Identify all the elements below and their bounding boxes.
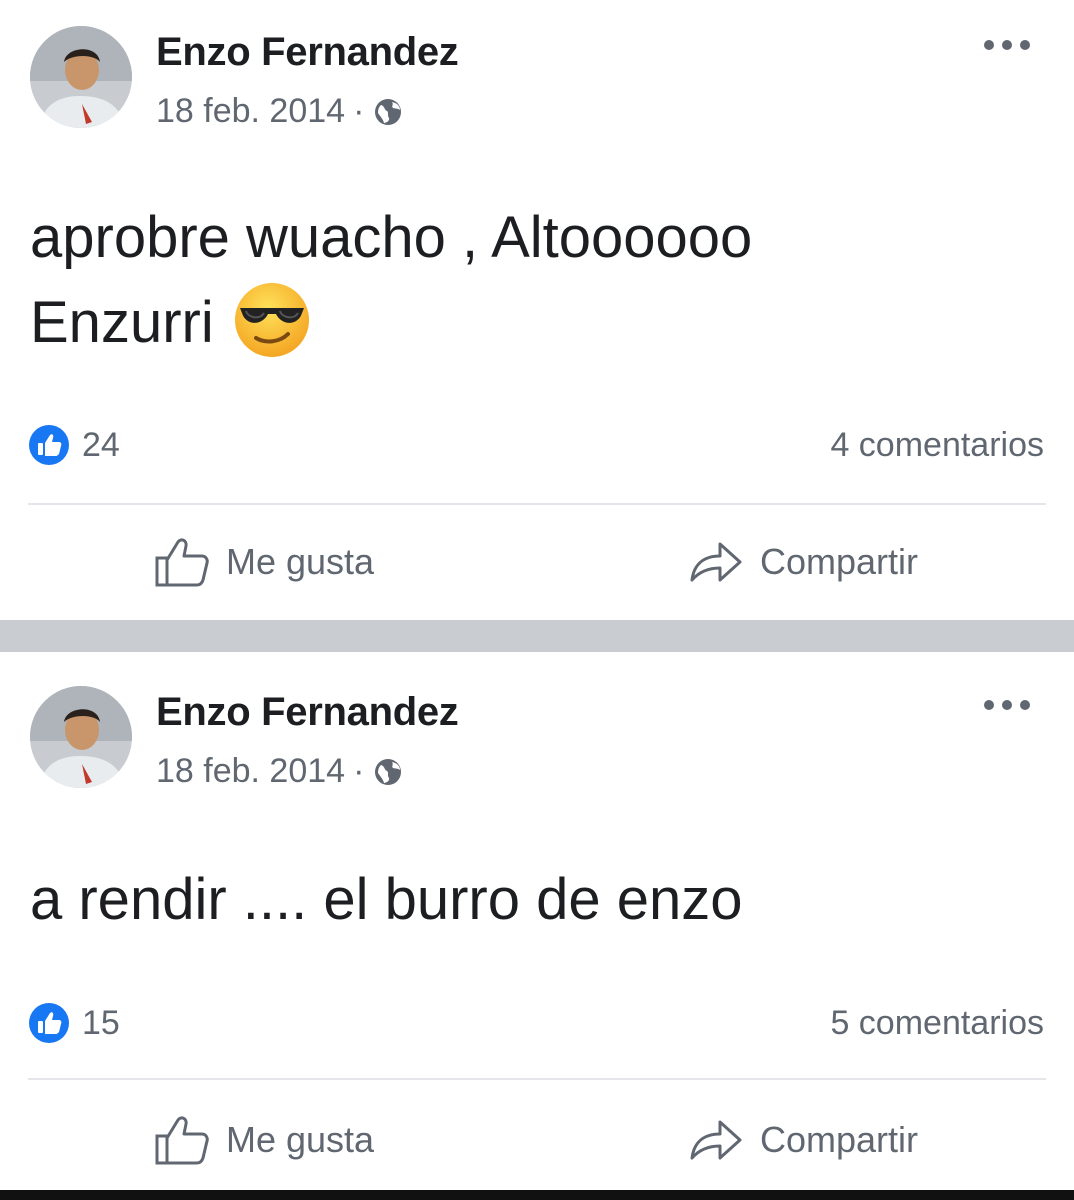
share-arrow-icon [690, 542, 742, 582]
divider [28, 503, 1046, 505]
avatar-photo [30, 686, 132, 788]
like-button-label: Me gusta [226, 541, 375, 582]
like-count: 15 [82, 1003, 120, 1042]
dot-icon [1002, 40, 1012, 50]
divider [28, 1078, 1046, 1080]
post-meta: 18 feb. 2014 · [156, 92, 404, 131]
meta-separator: · [353, 752, 365, 790]
post-card: Enzo Fernandez 18 feb. 2014 · a rendir .… [0, 652, 1074, 1190]
share-button[interactable]: Compartir [688, 536, 918, 588]
bottom-edge [0, 1190, 1074, 1200]
reactions-summary[interactable]: 24 [28, 424, 120, 466]
thumbs-up-icon [155, 538, 209, 587]
meta-separator: · [353, 92, 365, 130]
post-date[interactable]: 18 feb. 2014 [156, 92, 345, 131]
more-options-button[interactable] [984, 38, 1030, 52]
post-card: Enzo Fernandez 18 feb. 2014 · aprobre wu… [0, 0, 1074, 620]
share-button[interactable]: Compartir [688, 1114, 918, 1166]
post-text-line-2: Enzurri [30, 280, 1040, 365]
feed-separator [0, 620, 1074, 652]
comments-count-link[interactable]: 5 comentarios [830, 1004, 1044, 1043]
comments-count-link[interactable]: 4 comentarios [830, 426, 1044, 465]
like-reaction-icon [29, 425, 69, 465]
post-text-line: aprobre wuacho , Altoooooo [30, 205, 753, 270]
share-arrow-icon [690, 1120, 742, 1160]
like-reaction-icon [29, 1003, 69, 1043]
author-name[interactable]: Enzo Fernandez [156, 690, 459, 735]
dot-icon [1020, 700, 1030, 710]
post-text-word: Enzurri [30, 290, 214, 355]
post-date[interactable]: 18 feb. 2014 [156, 752, 345, 791]
like-button[interactable]: Me gusta [154, 1114, 374, 1166]
thumbs-up-icon [155, 1116, 209, 1165]
post-text: aprobre wuacho , Altoooooo Enzurri [30, 196, 1040, 365]
post-meta: 18 feb. 2014 · [156, 752, 404, 791]
avatar[interactable] [30, 686, 132, 788]
dot-icon [984, 700, 994, 710]
more-options-button[interactable] [984, 698, 1030, 712]
like-button[interactable]: Me gusta [154, 536, 374, 588]
post-text-line: a rendir .... el burro de enzo [30, 867, 743, 932]
dot-icon [1002, 700, 1012, 710]
like-button-label: Me gusta [226, 1119, 375, 1160]
avatar[interactable] [30, 26, 132, 128]
share-button-label: Compartir [760, 541, 919, 582]
dot-icon [1020, 40, 1030, 50]
globe-icon [375, 758, 402, 785]
share-button-label: Compartir [760, 1119, 919, 1160]
sunglasses-emoji-icon [234, 283, 309, 357]
like-count: 24 [82, 425, 120, 464]
dot-icon [984, 40, 994, 50]
reactions-summary[interactable]: 15 [28, 1002, 120, 1044]
avatar-photo [30, 26, 132, 128]
globe-icon [375, 98, 402, 125]
post-text: a rendir .... el burro de enzo [30, 858, 1040, 942]
author-name[interactable]: Enzo Fernandez [156, 30, 459, 75]
